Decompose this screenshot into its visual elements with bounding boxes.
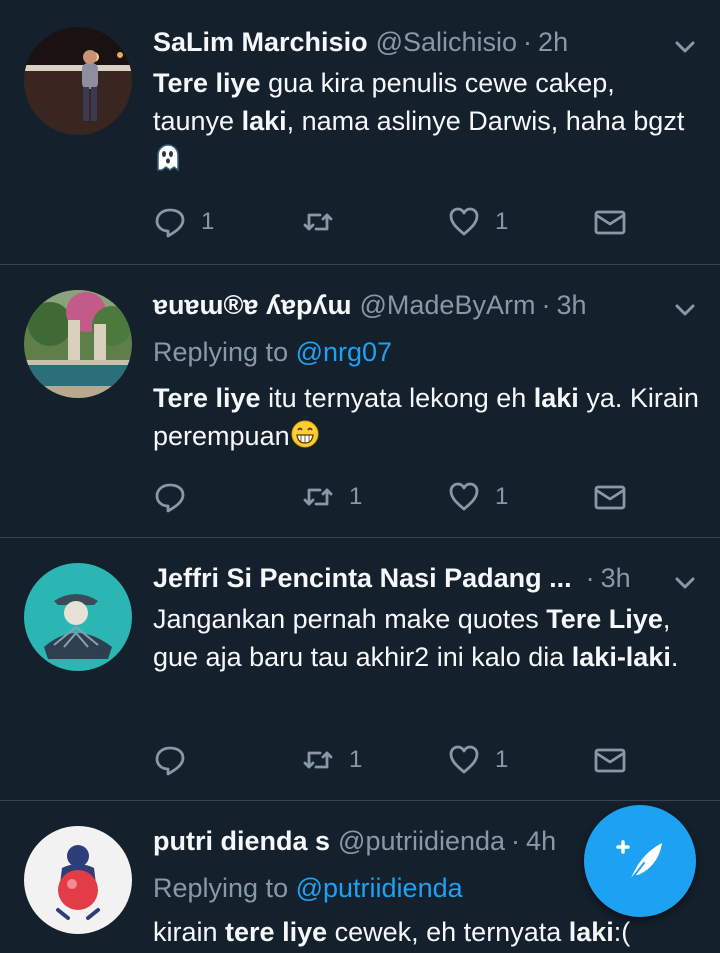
tweet-text: kirain tere liye cewek, eh ternyata laki…	[153, 913, 700, 951]
user-handle[interactable]: @MadeByArm	[360, 290, 536, 321]
tweet-text-part: Jangankan pernah make quotes	[153, 604, 547, 634]
tweet-text: Tere liye gua kira penulis cewe cakep, t…	[153, 64, 700, 178]
tweet-text-part: tere liye	[225, 917, 328, 947]
compose-tweet-icon	[616, 840, 662, 882]
avatar-photo	[24, 826, 132, 934]
tweet-header: Jeffri Si Pencinta Nasi Padang ... · 3h	[153, 560, 700, 596]
user-handle[interactable]: @Salichisio	[376, 27, 517, 58]
separator-dot: ·	[541, 289, 551, 320]
tweet-text-part: :(	[613, 917, 631, 947]
retweet-icon	[303, 751, 333, 769]
mention-link[interactable]: @nrg07	[296, 337, 392, 367]
reply-button[interactable]	[153, 479, 201, 515]
heart-icon	[449, 745, 479, 774]
tweet-text-part: laki	[568, 917, 614, 947]
replying-to-label: Replying to	[153, 873, 289, 903]
dm-button[interactable]	[593, 204, 627, 240]
tweet-text-part: Tere Liye	[546, 604, 663, 634]
tweet-text-part: itu ternyata lekong eh	[260, 383, 534, 413]
avatar[interactable]	[24, 290, 132, 398]
like-count: 1	[495, 746, 509, 773]
timestamp[interactable]: 2h	[538, 27, 568, 58]
tweet-text-part: cewek, eh ternyata	[327, 917, 569, 947]
separator-dot: ·	[585, 562, 595, 593]
chevron-down-icon[interactable]	[670, 32, 700, 62]
like-count: 1	[495, 208, 509, 235]
envelope-icon	[594, 485, 626, 510]
avatar[interactable]	[24, 826, 132, 934]
display-name[interactable]: ɐuɐɯ®ɐ ʎɐpʎɯ	[153, 290, 352, 321]
separator-dot: ·	[511, 825, 521, 856]
tweet-text-part: laki	[241, 106, 287, 136]
tweet-3[interactable]: Jeffri Si Pencinta Nasi Padang ... · 3h …	[0, 538, 720, 801]
like-count: 1	[495, 483, 509, 510]
heart-icon	[449, 482, 479, 511]
tweet-header: ɐuɐɯ®ɐ ʎɐpʎɯ @MadeByArm · 3h	[153, 287, 700, 323]
reply-icon	[155, 483, 185, 513]
tweet-actions: 1 1	[153, 204, 633, 240]
tweet-text-part: .	[670, 642, 679, 672]
like-button[interactable]: 1	[447, 742, 508, 778]
tweet-text-part: , nama aslinye Darwis, haha bgzt	[286, 106, 685, 136]
heart-icon	[449, 207, 479, 236]
reply-button[interactable]	[153, 742, 201, 778]
timestamp[interactable]: 3h	[601, 563, 631, 594]
chevron-down-icon[interactable]	[670, 295, 700, 325]
separator-dot: ·	[523, 26, 533, 57]
timestamp[interactable]: 3h	[556, 290, 586, 321]
display-name[interactable]: Jeffri Si Pencinta Nasi Padang ...	[153, 563, 572, 594]
retweet-count: 1	[349, 483, 363, 510]
tweet-text-part: Tere liye	[153, 383, 261, 413]
compose-tweet-button[interactable]	[584, 805, 696, 917]
tweet-actions: 1 1	[153, 479, 633, 515]
display-name[interactable]: putri dienda s	[153, 826, 330, 857]
like-button[interactable]: 1	[447, 479, 508, 515]
envelope-icon	[594, 748, 626, 773]
tweet-2[interactable]: ɐuɐɯ®ɐ ʎɐpʎɯ @MadeByArm · 3h Replying to…	[0, 265, 720, 538]
retweet-button[interactable]: 1	[301, 742, 362, 778]
reply-icon	[155, 746, 185, 776]
ghost-emoji	[157, 144, 179, 172]
display-name[interactable]: SaLim Marchisio	[153, 27, 368, 58]
tweet-text-part: laki-laki	[571, 642, 671, 672]
mention-link[interactable]: @putriidienda	[296, 873, 463, 903]
replying-to-label: Replying to	[153, 337, 289, 367]
envelope-icon	[594, 210, 626, 235]
timestamp[interactable]: 4h	[526, 826, 556, 857]
tweet-text-part: kirain	[153, 917, 226, 947]
grin-emoji	[291, 420, 319, 448]
tweet-text: Tere liye itu ternyata lekong eh laki ya…	[153, 379, 700, 455]
user-handle[interactable]: @putriidienda	[338, 826, 505, 857]
avatar-photo	[24, 290, 132, 398]
dm-button[interactable]	[593, 742, 627, 778]
retweet-count: 1	[349, 746, 363, 773]
retweet-icon	[303, 488, 333, 506]
tweet-header: SaLim Marchisio @Salichisio · 2h	[153, 24, 700, 60]
avatar[interactable]	[24, 27, 132, 135]
retweet-button[interactable]: 1	[301, 479, 362, 515]
avatar-photo	[24, 27, 132, 135]
chevron-down-icon[interactable]	[670, 568, 700, 598]
avatar[interactable]	[24, 563, 132, 671]
retweet-button[interactable]	[301, 204, 349, 240]
tweet-text-part: laki	[533, 383, 579, 413]
tweet-text: Jangankan pernah make quotes Tere Liye, …	[153, 600, 700, 676]
tweet-actions: 1 1	[153, 742, 633, 778]
tweet-text-part: Tere liye	[153, 68, 261, 98]
tweet-1[interactable]: SaLim Marchisio @Salichisio · 2h Tere li…	[0, 0, 720, 265]
like-button[interactable]: 1	[447, 204, 508, 240]
avatar-photo	[24, 563, 132, 671]
reply-count: 1	[201, 208, 215, 235]
replying-to: Replying to @nrg07	[153, 333, 700, 371]
reply-icon	[155, 208, 185, 238]
dm-button[interactable]	[593, 479, 627, 515]
retweet-icon	[303, 213, 333, 231]
reply-button[interactable]: 1	[153, 204, 214, 240]
